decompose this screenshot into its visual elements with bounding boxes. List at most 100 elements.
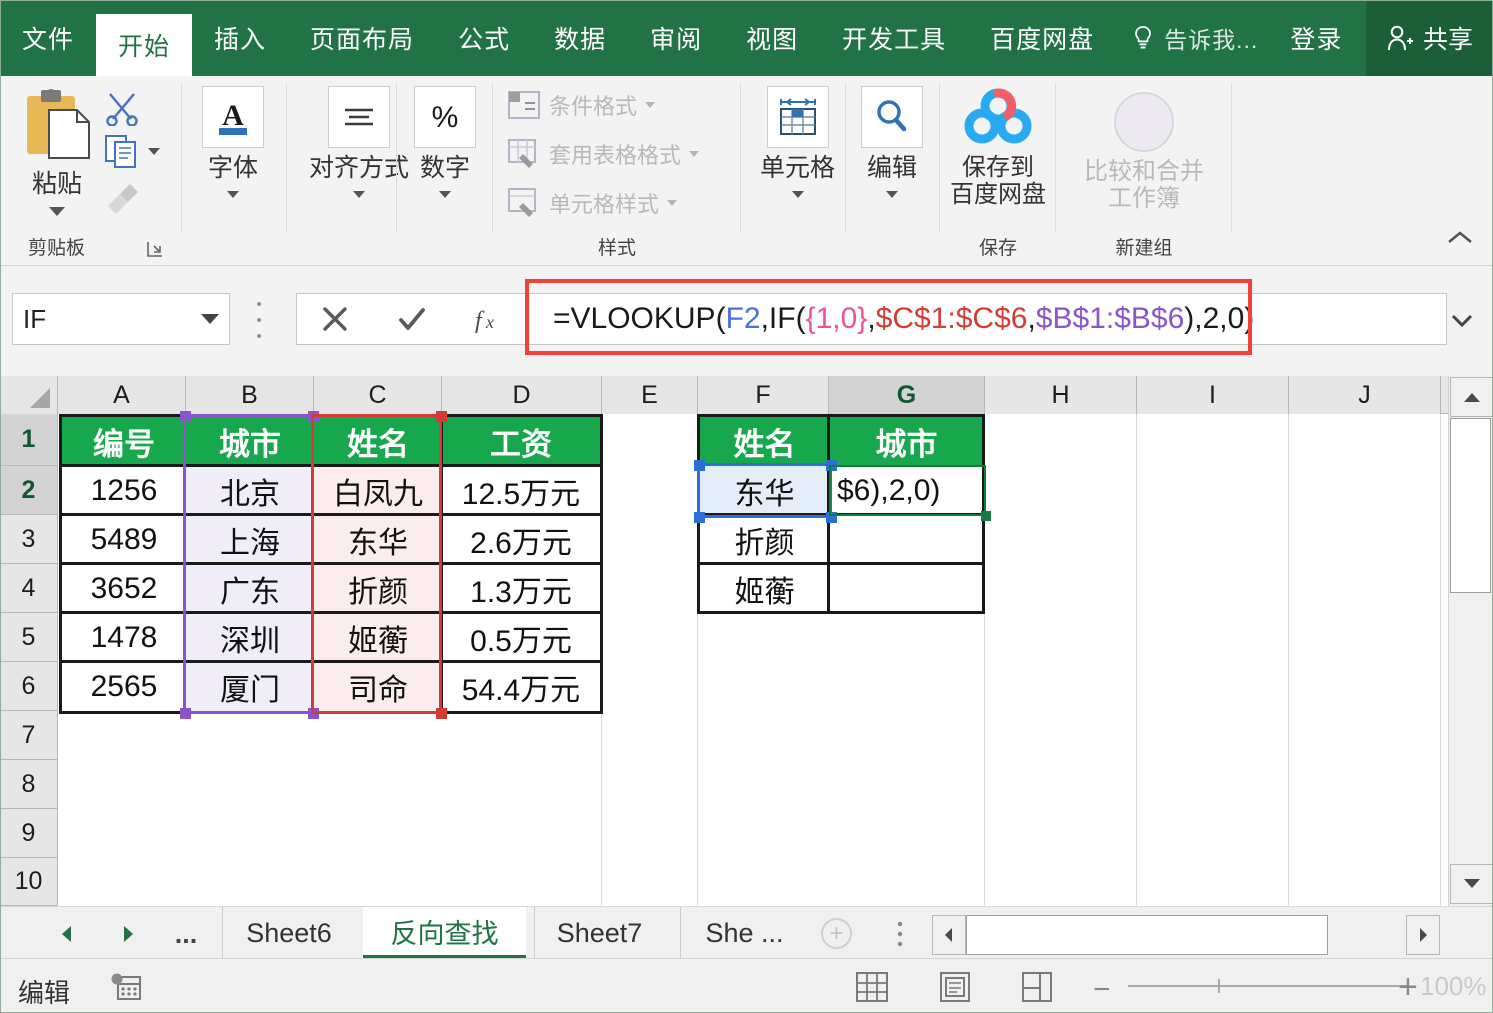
formula-input[interactable]: =VLOOKUP(F2,IF({1,0},$C$1:$C$6,$B$1:$B$6… [528, 293, 1447, 345]
expand-formula-bar-button[interactable] [1449, 310, 1475, 335]
row-header-10[interactable]: 10 [0, 858, 58, 906]
format-as-table-button[interactable]: 套用表格格式 [507, 138, 700, 170]
column-header-G[interactable]: G [829, 376, 985, 414]
sheet-nav-more[interactable]: ... [170, 919, 202, 949]
normal-view-button[interactable] [855, 971, 888, 1002]
number-dropdown-caret[interactable] [439, 190, 451, 198]
column-header-D[interactable]: D [442, 376, 602, 414]
cells-dropdown-caret[interactable] [791, 190, 804, 198]
column-header-J[interactable]: J [1289, 376, 1441, 414]
sheet-tab-sheet7[interactable]: Sheet7 [534, 907, 664, 959]
column-header-F[interactable]: F [698, 376, 829, 414]
ribbon-tab-view[interactable]: 视图 [724, 0, 820, 76]
select-all-corner[interactable] [0, 376, 58, 414]
chevron-down-icon[interactable] [689, 151, 700, 157]
row-header-6[interactable]: 6 [0, 662, 58, 711]
row-header-1[interactable]: 1 [0, 414, 58, 466]
copy-button[interactable] [104, 134, 160, 168]
row-header-9[interactable]: 9 [0, 809, 58, 858]
sign-in-button[interactable]: 登录 [1268, 0, 1364, 76]
horizontal-scrollbar[interactable] [932, 912, 1440, 957]
add-sheet-button[interactable]: + [821, 918, 852, 949]
chevron-down-icon[interactable] [667, 200, 678, 206]
nav-next-icon[interactable] [113, 919, 143, 949]
marquee-handle[interactable] [436, 411, 447, 422]
fill-handle[interactable] [981, 511, 991, 521]
ribbon-tab-page-layout[interactable]: 页面布局 [288, 0, 436, 76]
ribbon-tab-formulas[interactable]: 公式 [436, 0, 532, 76]
alignment-dropdown-caret[interactable] [353, 190, 365, 198]
row-header-5[interactable]: 5 [0, 613, 58, 662]
marquee-handle[interactable] [180, 411, 191, 422]
zoom-level-label[interactable]: 100% [1420, 971, 1487, 1002]
compare-and-merge-workbooks-button[interactable]: 比较和合并 工作簿 [1076, 90, 1212, 213]
row-header-8[interactable]: 8 [0, 760, 58, 809]
font-dropdown-caret[interactable] [227, 190, 239, 198]
page-layout-view-button[interactable] [938, 971, 970, 1002]
insert-function-button[interactable]: fx [450, 294, 527, 344]
scroll-right-button[interactable] [1406, 914, 1440, 955]
selection-handle[interactable] [694, 512, 705, 523]
cell-styles-button[interactable]: 单元格样式 [507, 187, 678, 219]
vertical-dots-icon[interactable] [885, 919, 915, 949]
horizontal-scrollbar-thumb[interactable] [966, 914, 1328, 955]
editing-button[interactable]: 编辑 [861, 86, 923, 198]
ribbon-tab-insert[interactable]: 插入 [192, 0, 288, 76]
column-header-E[interactable]: E [602, 376, 698, 414]
column-header-H[interactable]: H [985, 376, 1137, 414]
zoom-slider-track[interactable] [1128, 985, 1408, 987]
font-button[interactable]: A 字体 [202, 86, 264, 198]
marquee-handle[interactable] [180, 708, 191, 719]
page-break-preview-button[interactable] [1020, 971, 1052, 1002]
cut-button[interactable] [104, 92, 140, 126]
sheet-tab-reverse-lookup[interactable]: 反向查找 [363, 907, 526, 959]
column-header-B[interactable]: B [186, 376, 314, 414]
share-button[interactable]: 共享 [1365, 0, 1493, 76]
clipboard-dialog-launcher[interactable] [146, 240, 164, 258]
name-box-caret-icon[interactable] [201, 314, 219, 324]
ribbon-tab-home[interactable]: 开始 [96, 14, 193, 76]
scroll-down-button[interactable] [1450, 864, 1493, 904]
selection-handle[interactable] [694, 460, 705, 471]
sheet-tab-sheet6[interactable]: Sheet6 [222, 907, 355, 959]
scroll-up-button[interactable] [1450, 377, 1493, 417]
column-header-I[interactable]: I [1137, 376, 1289, 414]
vertical-scrollbar-thumb[interactable] [1450, 418, 1491, 593]
row-header-7[interactable]: 7 [0, 711, 58, 760]
column-header-C[interactable]: C [314, 376, 442, 414]
paste-button[interactable]: 粘贴 [14, 88, 100, 216]
name-box[interactable]: IF [12, 293, 230, 345]
copy-dropdown-caret[interactable] [148, 147, 160, 155]
collapse-ribbon-button[interactable] [1445, 228, 1475, 253]
cancel-formula-button[interactable] [297, 294, 374, 344]
marquee-handle[interactable] [436, 708, 447, 719]
editing-dropdown-caret[interactable] [886, 190, 898, 198]
paste-dropdown-caret[interactable] [49, 206, 65, 216]
nav-prev-icon[interactable] [52, 919, 82, 949]
ribbon-tab-data[interactable]: 数据 [532, 0, 628, 76]
save-to-baidu-netdisk-button[interactable]: 保存到 百度网盘 [946, 88, 1050, 209]
row-header-2[interactable]: 2 [0, 466, 58, 515]
chevron-down-icon[interactable] [645, 102, 656, 108]
scroll-left-button[interactable] [932, 914, 966, 955]
number-button[interactable]: % 数字 [414, 86, 476, 198]
sheet-tab-she-more[interactable]: She ... [680, 907, 808, 959]
formula-bar-grip[interactable] [256, 302, 262, 338]
record-macro-icon[interactable] [110, 973, 142, 1006]
conditional-formatting-button[interactable]: 条件格式 [507, 89, 656, 121]
zoom-out-button[interactable]: − [1093, 973, 1111, 1007]
zoom-slider-handle[interactable] [1218, 979, 1220, 993]
format-painter-button[interactable] [104, 180, 142, 214]
ribbon-tab-developer[interactable]: 开发工具 [820, 0, 968, 76]
cells-button[interactable]: 单元格 [760, 86, 835, 198]
tell-me-box[interactable]: 告诉我... [1116, 0, 1268, 76]
column-header-A[interactable]: A [58, 376, 186, 414]
row-header-3[interactable]: 3 [0, 515, 58, 564]
zoom-in-button[interactable]: + [1398, 968, 1418, 1007]
confirm-formula-button[interactable] [374, 294, 451, 344]
ribbon-tab-file[interactable]: 文件 [0, 0, 96, 76]
row-header-4[interactable]: 4 [0, 564, 58, 613]
vertical-scrollbar[interactable] [1448, 376, 1493, 906]
ribbon-tab-baidu-netdisk[interactable]: 百度网盘 [968, 0, 1116, 76]
alignment-button[interactable]: 对齐方式 [309, 86, 409, 198]
